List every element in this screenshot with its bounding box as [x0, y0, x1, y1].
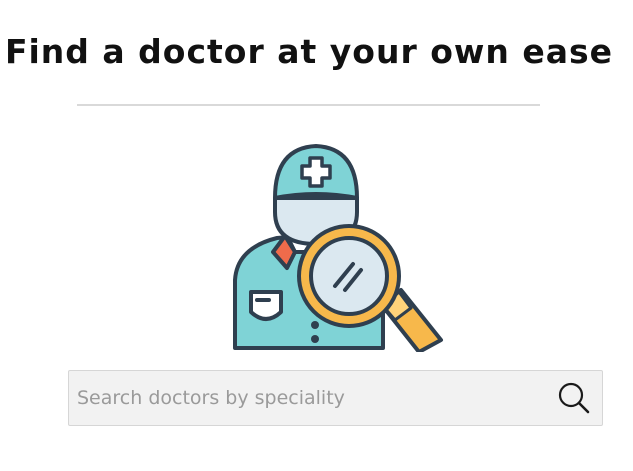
- page-title: Find a doctor at your own ease: [4, 32, 614, 71]
- search-input[interactable]: [69, 371, 546, 425]
- search-bar: [68, 370, 603, 426]
- doctor-search-illustration: [225, 140, 445, 354]
- doctor-with-magnifying-glass-icon: [233, 144, 443, 354]
- divider: [77, 104, 540, 106]
- search-button[interactable]: [546, 371, 602, 425]
- search-icon: [558, 382, 590, 414]
